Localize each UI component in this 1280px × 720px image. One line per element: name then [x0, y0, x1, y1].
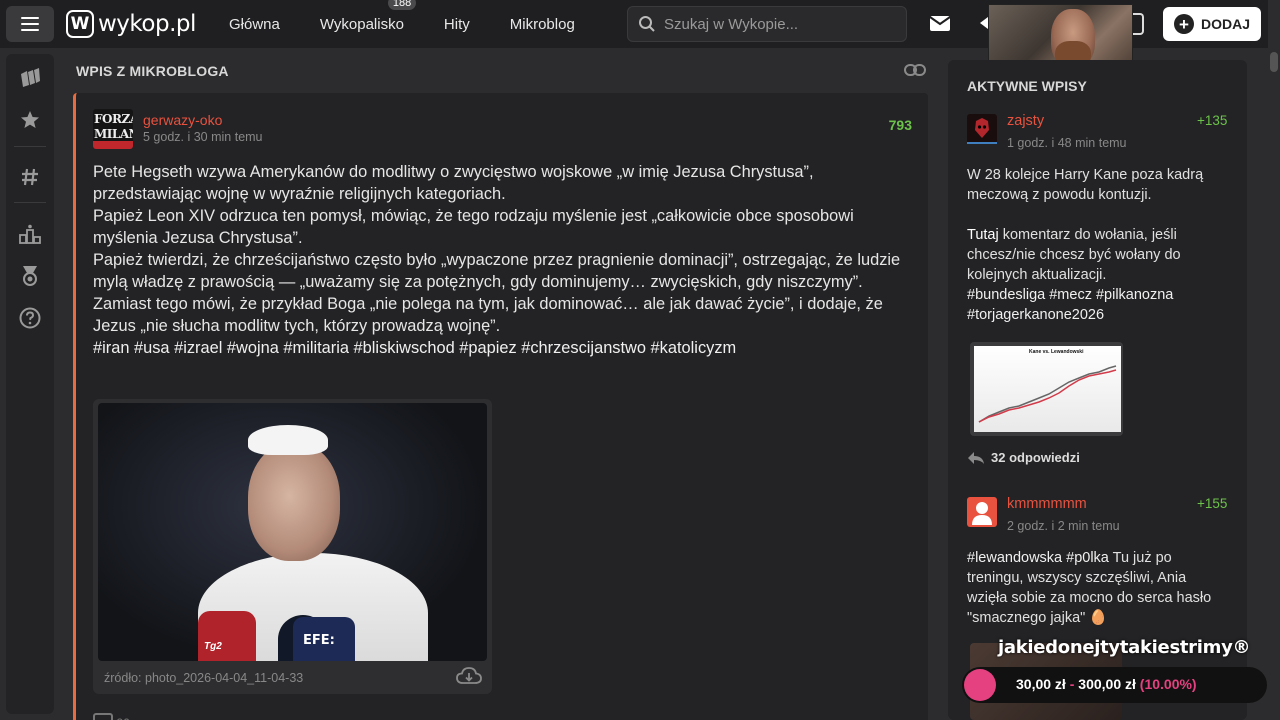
nav-glowna[interactable]: Główna: [229, 16, 280, 33]
ranking-icon[interactable]: [18, 222, 42, 246]
microblog-post: FORZA MILAN gerwazy-oko 5 godz. i 30 min…: [73, 93, 928, 720]
photo-mic1-label: Tg2: [204, 641, 222, 652]
promo-dot-icon: [964, 669, 996, 701]
promo-amount-from: 30,00 zł: [1016, 676, 1066, 692]
photo-zucchetto: [248, 425, 328, 455]
post-photo[interactable]: Tg2 EFE:: [98, 403, 487, 661]
post-paragraph: Zamiast tego mówi, że przykład Boga „nie…: [93, 295, 883, 335]
logo-mark-icon: W: [66, 10, 94, 38]
post-time[interactable]: 5 godz. i 30 min temu: [143, 130, 263, 144]
entry-link[interactable]: Tutaj: [967, 227, 999, 243]
search-input[interactable]: [664, 15, 884, 33]
nav-mikroblog[interactable]: Mikroblog: [510, 16, 575, 33]
logo-text: wykop.pl: [98, 11, 196, 37]
thumbnail-chart-title: Kane vs. Lewandowski: [1029, 349, 1084, 355]
wykop-home-icon[interactable]: [18, 66, 42, 90]
entry-text-line: Tutaj komentarz do wołania, jeśli chcesz…: [967, 225, 1227, 285]
nav-wykopalisko-label: Wykopalisko: [319, 15, 404, 33]
page-scrollbar[interactable]: [1268, 0, 1280, 720]
post-votes: 793: [888, 117, 912, 133]
hamburger-menu-button[interactable]: [6, 6, 54, 42]
entry-text: #lewandowska #p0lka Tu już po treningu, …: [967, 548, 1227, 628]
mail-icon[interactable]: [929, 15, 951, 32]
active-entries-title: AKTYWNE WPISY: [967, 78, 1087, 94]
promo-title: jakiedonejtytakiestrimy®: [998, 637, 1251, 658]
photo-microphone: [198, 611, 256, 661]
main-nav: Główna Wykopalisko 188 Hity Mikroblog: [229, 0, 615, 48]
post-body: Pete Hegseth wzywa Amerykanów do modlitw…: [93, 161, 913, 359]
reply-icon: [968, 451, 984, 464]
link-icon[interactable]: [904, 63, 926, 77]
comments-count[interactable]: 26: [116, 716, 129, 720]
avatar-text-line2: MILAN: [94, 127, 133, 141]
photo-mic-label: EFE:: [303, 633, 335, 648]
entry-time[interactable]: 2 godz. i 2 min temu: [1007, 519, 1120, 533]
entry-replies[interactable]: 32 odpowiedzi: [967, 450, 1080, 465]
avatar-text-line1: FORZA: [94, 112, 133, 126]
add-button-label: DODAJ: [1200, 16, 1250, 32]
entry-author[interactable]: zajsty: [1007, 113, 1044, 129]
hashtag-icon[interactable]: [18, 165, 42, 189]
promo-percent: (10.00%): [1139, 676, 1197, 692]
promo-progress-bar: 30,00 zł - 300,00 zł (10.00%): [962, 667, 1267, 703]
notifications-icon[interactable]: [976, 15, 988, 33]
medal-icon[interactable]: [18, 264, 42, 288]
comment-icon[interactable]: [93, 713, 113, 720]
search-box[interactable]: [627, 6, 907, 42]
entry-text-rest: komentarz do wołania, jeśli chcesz/nie c…: [967, 227, 1181, 283]
nav-hity[interactable]: Hity: [444, 16, 470, 33]
entry-time[interactable]: 1 godz. i 48 min temu: [1007, 136, 1127, 150]
post-tags[interactable]: #iran #usa #izrael #wojna #militaria #bl…: [93, 337, 913, 359]
entry-thumbnail[interactable]: Kane vs. Lewandowski: [970, 342, 1123, 436]
post-actions: 26: [93, 713, 130, 720]
section-title: WPIS Z MIKROBLOGA: [76, 63, 229, 79]
star-icon[interactable]: [18, 108, 42, 132]
scrollbar-thumb[interactable]: [1270, 52, 1278, 72]
sidebar-divider: [14, 146, 46, 147]
profile-icon[interactable]: [1132, 13, 1144, 35]
promo-text: 30,00 zł - 300,00 zł (10.00%): [1016, 676, 1197, 692]
donation-overlay: jakiedonejtytakiestrimy® 30,00 zł - 300,…: [962, 637, 1267, 705]
promo-amount-to: 300,00 zł: [1078, 676, 1136, 692]
post-paragraph: Pete Hegseth wzywa Amerykanów do modlitw…: [93, 163, 814, 203]
entry-author[interactable]: kmmmmmm: [1007, 496, 1087, 512]
wykop-logo[interactable]: W wykop.pl: [66, 10, 196, 38]
nav-wykopalisko[interactable]: Wykopalisko 188: [319, 0, 417, 33]
help-icon[interactable]: [18, 306, 42, 330]
plus-icon: +: [1173, 14, 1194, 34]
entry-votes: +155: [1197, 496, 1228, 511]
entry-avatar[interactable]: [967, 497, 997, 527]
image-source: źródło: photo_2026-04-04_11-04-33: [104, 671, 304, 685]
cloud-download-icon[interactable]: [456, 667, 482, 685]
entry-tags[interactable]: #lewandowska #p0lka: [967, 550, 1109, 566]
thumbnail-chart-lines: [978, 365, 1117, 423]
wykopalisko-count-badge: 188: [387, 0, 417, 10]
entry-votes: +135: [1197, 113, 1228, 128]
search-icon: [639, 16, 655, 32]
right-sidebar: AKTYWNE WPISY zajsty 1 godz. i 48 min te…: [948, 60, 1247, 720]
promo-separator: -: [1069, 676, 1075, 692]
add-button[interactable]: + DODAJ: [1163, 7, 1261, 41]
thumbnail-chart: Kane vs. Lewandowski: [974, 346, 1121, 432]
post-image-box: Tg2 EFE: źródło: photo_2026-04-04_11-04-…: [93, 399, 492, 694]
entry-text: W 28 kolejce Harry Kane poza kadrą meczo…: [967, 165, 1227, 325]
post-paragraph: Papież Leon XIV odrzuca ten pomysł, mówi…: [93, 207, 854, 247]
replies-count: 32 odpowiedzi: [991, 450, 1080, 465]
photo-head: [248, 443, 340, 561]
author-avatar[interactable]: FORZA MILAN: [93, 109, 133, 149]
entry-text-line: W 28 kolejce Harry Kane poza kadrą meczo…: [967, 167, 1204, 203]
entry-avatar[interactable]: [967, 114, 997, 144]
post-paragraph: Papież twierdzi, że chrześcijaństwo częs…: [93, 251, 901, 291]
sidebar-divider: [14, 202, 46, 203]
avatar-stripe: [93, 141, 133, 149]
left-sidebar: [6, 54, 54, 714]
hamburger-icon: [21, 17, 39, 31]
post-author[interactable]: gerwazy-oko: [143, 112, 222, 128]
entry-tags[interactable]: #bundesliga #mecz #pilkanozna #torjagerk…: [967, 285, 1227, 325]
